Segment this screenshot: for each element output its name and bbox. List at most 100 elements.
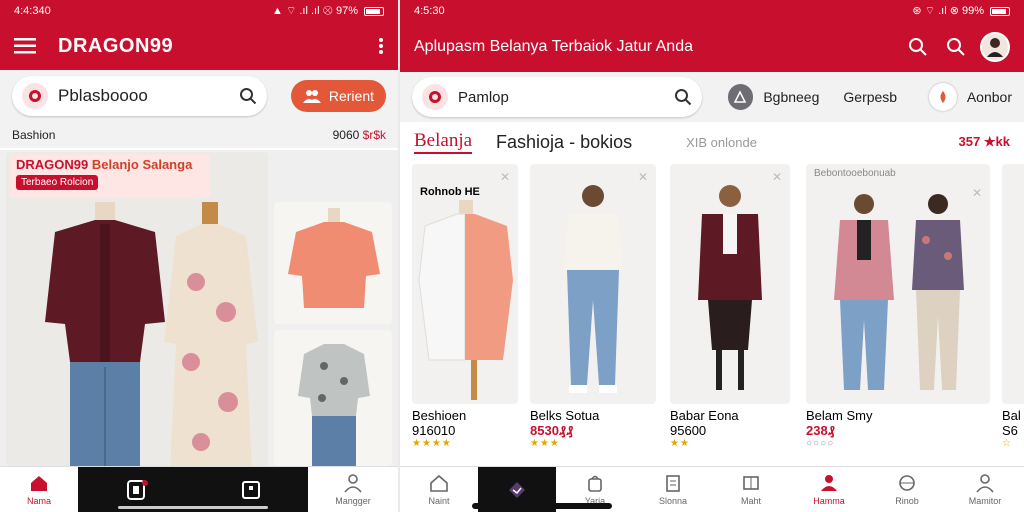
nav-item-categories[interactable]: Maht bbox=[712, 467, 790, 512]
nav-label: Hamma bbox=[813, 496, 845, 506]
floral-dress-image bbox=[164, 202, 258, 466]
home-icon bbox=[31, 476, 47, 491]
right-phone-screen: 4:5:30 ⊛ ⌔ .ıl ⊗ 99% Aplupasm Belanya Te… bbox=[400, 0, 1024, 512]
right-header: 4:5:30 ⊛ ⌔ .ıl ⊗ 99% Aplupasm Belanya Te… bbox=[400, 0, 1024, 72]
nav-label: Mamitor bbox=[968, 496, 1002, 506]
product-card-peach-blouse[interactable] bbox=[274, 202, 392, 324]
square-icon[interactable] bbox=[240, 479, 262, 501]
search-row: Pblasboooo Rerient bbox=[0, 70, 398, 122]
receipt-icon bbox=[666, 475, 680, 492]
app-title: DRAGON99 bbox=[58, 34, 174, 57]
app-bar: DRAGON99 bbox=[0, 22, 398, 70]
globe-icon bbox=[899, 475, 915, 491]
search-icon[interactable] bbox=[674, 88, 692, 106]
status-bar: 4:5:30 ⊛ ⌔ .ıl ⊗ 99% bbox=[400, 0, 1024, 22]
pill-label: Rerient bbox=[328, 88, 374, 104]
nav-item-manager[interactable]: Mangger bbox=[308, 467, 398, 512]
rating-stars: ★★ bbox=[670, 438, 690, 449]
nav-item-home[interactable]: Naint bbox=[400, 467, 478, 512]
product-tag: Rohnob HE bbox=[420, 186, 480, 198]
nav-label: Mangger bbox=[335, 496, 371, 506]
search-input[interactable]: Pblasboooo bbox=[12, 76, 267, 116]
phone-icon[interactable] bbox=[124, 478, 148, 502]
more-vertical-icon[interactable] bbox=[378, 37, 384, 55]
model-jeans-image bbox=[563, 185, 623, 393]
search-input[interactable]: Pamlop bbox=[412, 77, 702, 117]
product-name: Bal bbox=[1002, 408, 1021, 423]
nav-label: Maht bbox=[740, 496, 761, 506]
rating-stars: ★★★ bbox=[530, 438, 560, 449]
nav-label: Nama bbox=[26, 496, 51, 506]
battery-icon bbox=[364, 6, 384, 16]
section-heading: Belanja Fashioja - bokios XIB onlonde 35… bbox=[400, 122, 1024, 162]
gesture-bar bbox=[118, 506, 268, 509]
section-header: Bashion 9060 $r$k bbox=[0, 122, 398, 148]
product-grid: Rohnob HE ✕ Beshioen 916010 ★★★★ ✕ Belks… bbox=[400, 164, 1024, 466]
product-card[interactable]: ✕ Belks Sotua 8530₰₰ ★★★ bbox=[530, 164, 656, 466]
people-icon bbox=[302, 90, 321, 103]
person-icon bbox=[976, 474, 994, 493]
status-icons: ⊛ ⌔ .ıl ⊗ 99% bbox=[912, 5, 984, 17]
product-name: Babar Eona bbox=[670, 408, 739, 423]
print-shirt-image bbox=[298, 344, 370, 466]
product-card-print-shirt[interactable] bbox=[274, 330, 392, 466]
hamburger-menu-icon[interactable] bbox=[14, 38, 36, 54]
section-price: 9060 bbox=[332, 128, 360, 142]
black-nav-bar bbox=[78, 467, 308, 512]
app-logo-icon bbox=[422, 84, 448, 110]
bag-icon bbox=[588, 475, 602, 492]
share-icon bbox=[734, 90, 747, 103]
banner-title: DRAGON99 bbox=[16, 157, 89, 172]
avatar[interactable] bbox=[980, 32, 1010, 62]
search-icon[interactable] bbox=[946, 37, 966, 57]
banner-tag: Terbaeo Rolcion bbox=[16, 175, 99, 190]
nav-label: Slonna bbox=[658, 496, 688, 506]
battery-icon bbox=[990, 6, 1010, 16]
close-icon[interactable]: ✕ bbox=[772, 170, 782, 184]
promo-banner: DRAGON99 Belanjo Salanga Terbaeo Rolcion bbox=[10, 154, 210, 198]
heading-red: Belanja bbox=[414, 130, 473, 154]
right-bottom-nav: Naint Yaria Slonna Maht Hamma Rinob Mami… bbox=[400, 466, 1024, 512]
tab-c[interactable]: Aonbor bbox=[967, 89, 1012, 105]
banner-sub: Belanjo Salanga bbox=[91, 157, 193, 172]
nav-item-explore[interactable]: Rinob bbox=[868, 467, 946, 512]
nav-label: Rinob bbox=[895, 496, 919, 506]
tab-b[interactable]: Gerpesb bbox=[843, 89, 897, 105]
search-icon[interactable] bbox=[239, 87, 257, 105]
product-name: Belam Smy bbox=[806, 408, 873, 423]
app-bar: Aplupasm Belanya Terbaiok Jatur Anda bbox=[400, 22, 1024, 72]
left-phone-screen: 4:4:340 ▲ ⌔ .ıl .ıl ⊗ 97% DRAGON99 Pblas… bbox=[0, 0, 398, 512]
product-card[interactable]: Bal S6 ☆ bbox=[1002, 164, 1024, 466]
product-price: 916010 bbox=[412, 423, 456, 438]
filter-pill-button[interactable]: Rerient bbox=[290, 80, 386, 112]
section-label: Bashion bbox=[12, 128, 56, 142]
flame-icon bbox=[940, 91, 946, 103]
search-icon[interactable] bbox=[908, 37, 928, 57]
category-icon-a[interactable] bbox=[727, 84, 754, 110]
product-tag: Bebontooebonuab bbox=[814, 168, 896, 179]
nav-item-home[interactable]: Nama bbox=[0, 467, 78, 512]
peach-blouse-image bbox=[288, 208, 380, 308]
product-price: 8530₰₰ bbox=[530, 423, 574, 438]
search-row: Pamlop Bgbneeg Gerpesb Aonbor bbox=[400, 72, 1024, 122]
product-name: Belks Sotua bbox=[530, 408, 600, 423]
status-bar: 4:4:340 ▲ ⌔ .ıl .ıl ⊗ 97% bbox=[0, 0, 398, 22]
tab-a[interactable]: Bgbneeg bbox=[763, 89, 819, 105]
product-card[interactable]: Bebontooebonuab ✕ Belam Smy 238₰ ○○○○ bbox=[806, 164, 990, 466]
product-card[interactable]: Rohnob HE ✕ Beshioen 916010 ★★★★ bbox=[412, 164, 518, 466]
diamond-icon bbox=[509, 481, 525, 498]
heading-price: 357 bbox=[958, 134, 981, 149]
close-icon[interactable]: ✕ bbox=[500, 170, 510, 184]
gesture-bar bbox=[472, 503, 612, 509]
product-card[interactable]: ✕ Babar Eona 95600 ★★ bbox=[670, 164, 790, 466]
nav-item-community[interactable]: Hamma bbox=[790, 467, 868, 512]
rating-stars: ☆ bbox=[1002, 438, 1012, 449]
nav-item-profile[interactable]: Mamitor bbox=[946, 467, 1024, 512]
close-icon[interactable]: ✕ bbox=[638, 170, 648, 184]
nav-item-orders[interactable]: Slonna bbox=[634, 467, 712, 512]
rating-stars: ○○○○ bbox=[806, 438, 835, 449]
section-price-red: $r$k bbox=[362, 128, 386, 142]
model-blazer-image bbox=[698, 185, 762, 390]
category-icon-b[interactable] bbox=[929, 83, 957, 111]
featured-product-card[interactable]: DRAGON99 Belanjo Salanga Terbaeo Rolcion bbox=[6, 152, 268, 466]
